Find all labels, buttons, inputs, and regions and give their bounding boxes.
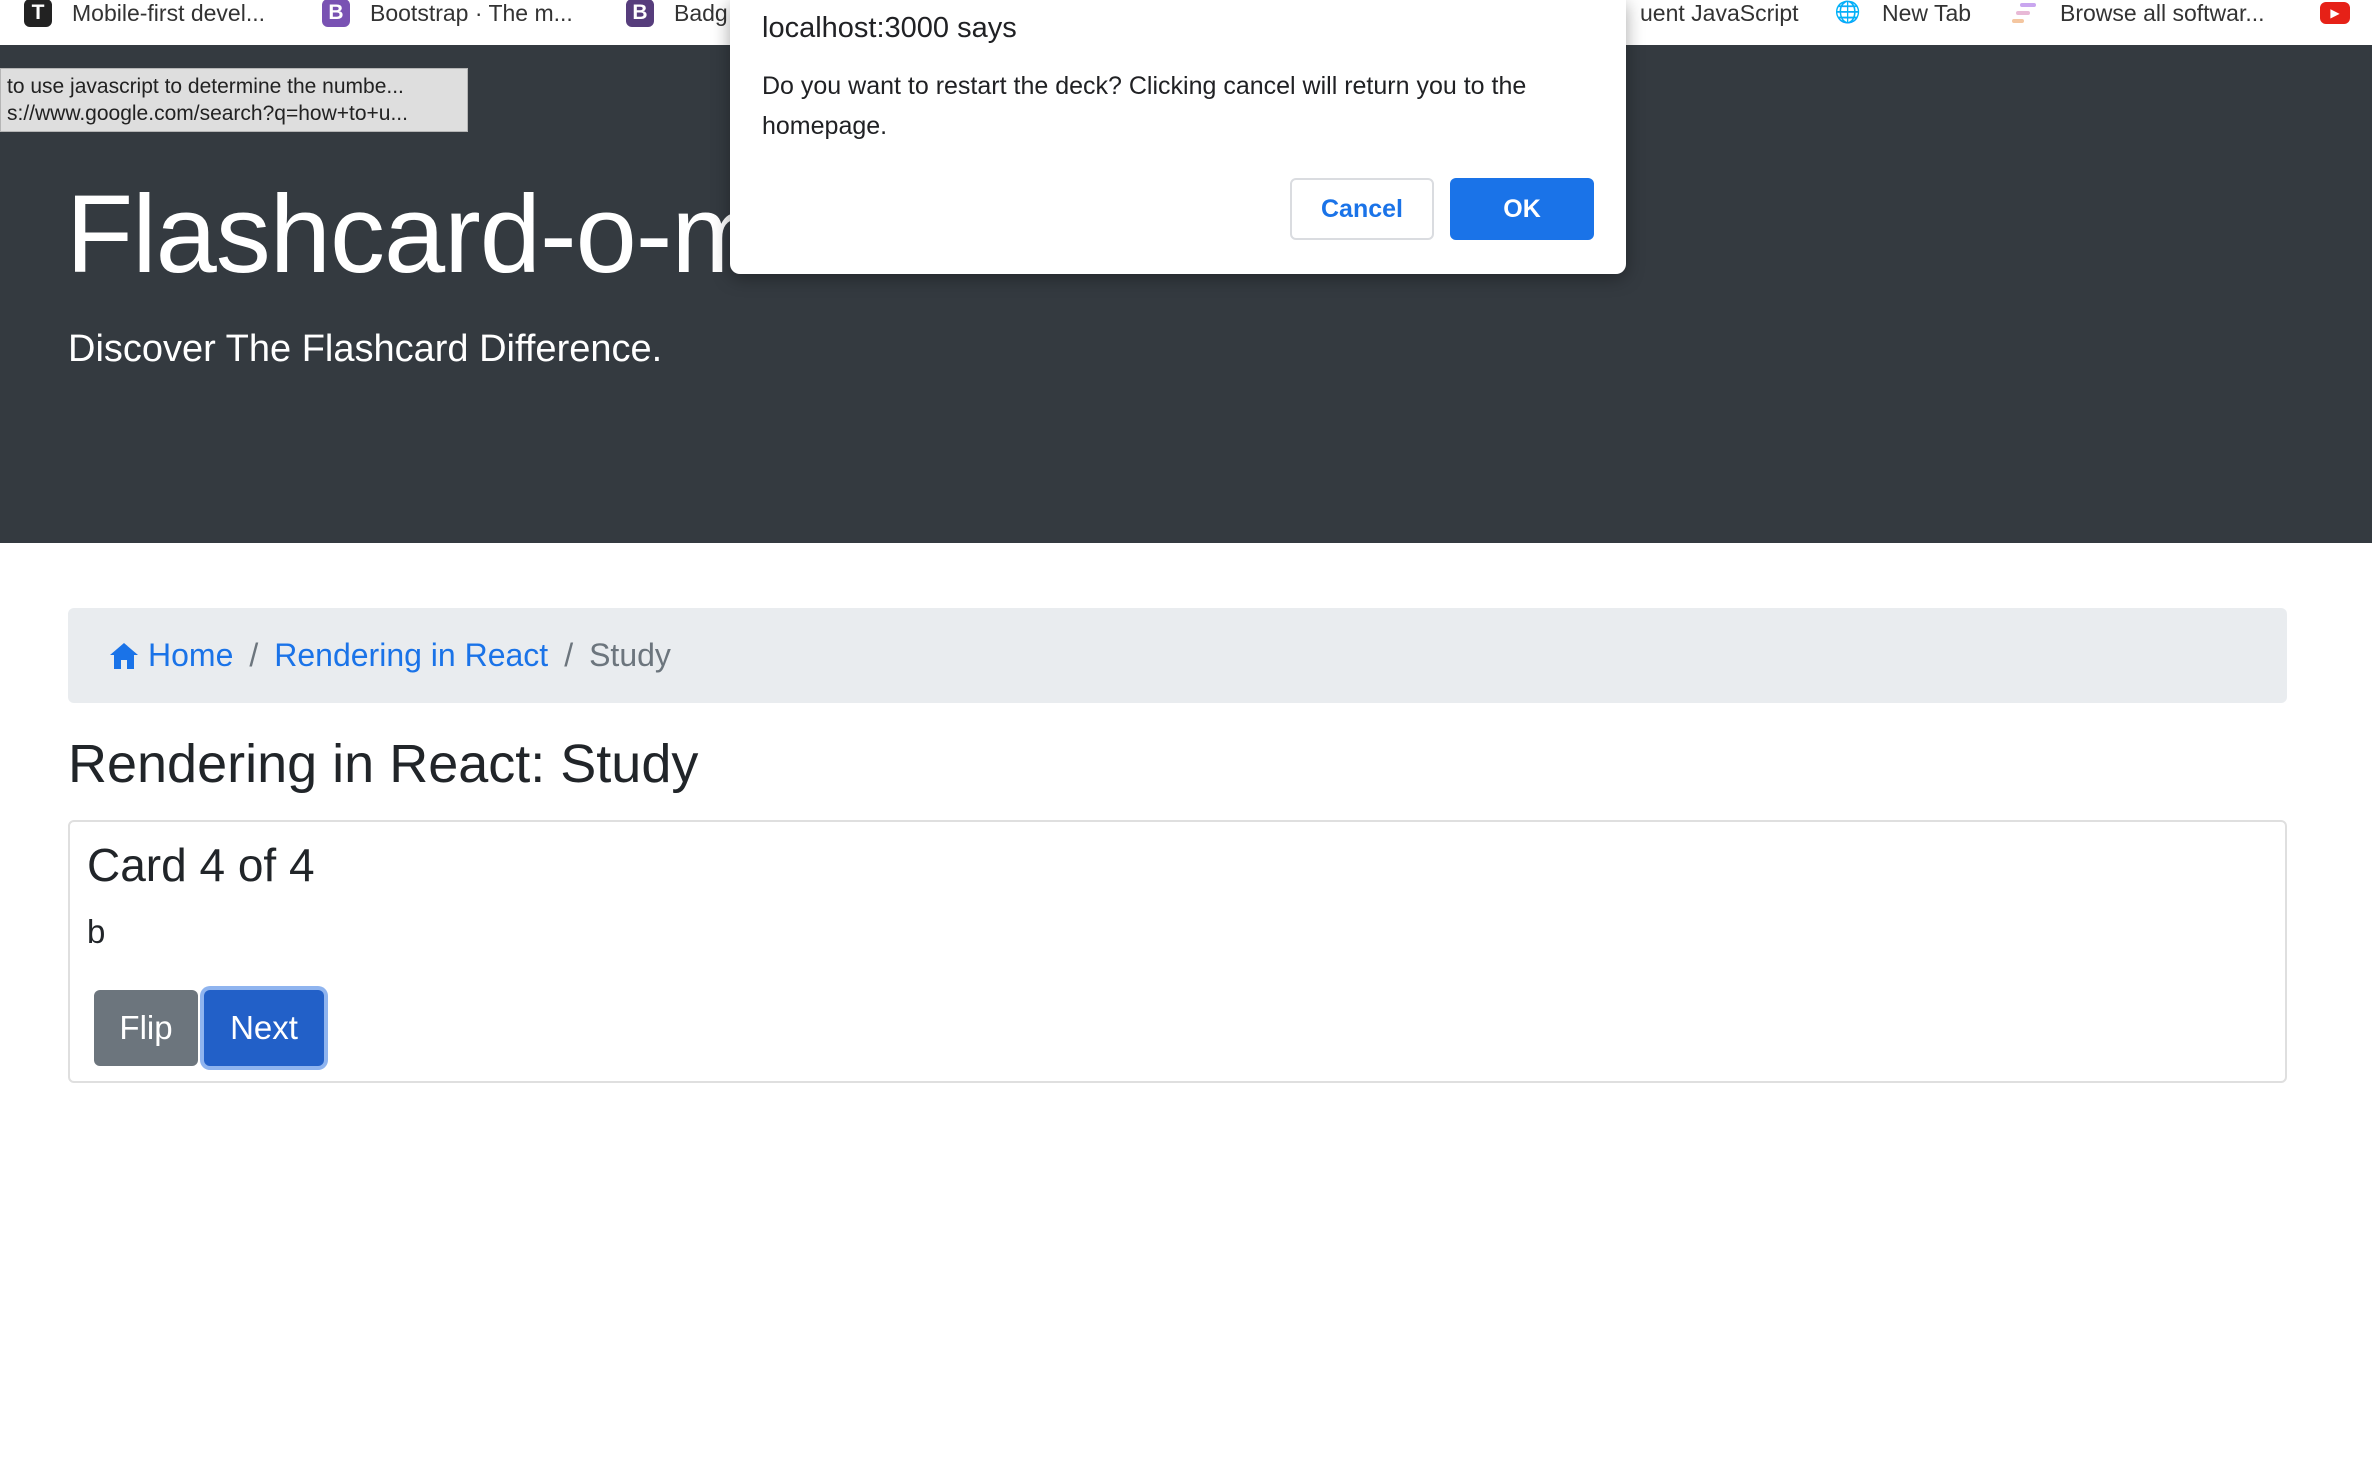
- dialog-title: localhost:3000 says: [762, 12, 1017, 44]
- bookmark-label: uent JavaScript: [1640, 0, 1799, 26]
- breadcrumb-separator: /: [249, 637, 259, 673]
- breadcrumb-home-label: Home: [148, 637, 234, 673]
- flip-button[interactable]: Flip: [94, 990, 198, 1066]
- card-title: Card 4 of 4: [87, 839, 315, 891]
- bootstrap-icon: B: [626, 0, 654, 27]
- bookmark-eloquent-javascript[interactable]: uent JavaScript: [1640, 0, 1799, 26]
- t-icon: T: [24, 0, 52, 27]
- lines-icon: [2012, 0, 2040, 27]
- globe-icon: 🌐: [1834, 1, 1862, 24]
- status-tooltip-title: to use javascript to determine the numbe…: [7, 75, 404, 98]
- link-status-tooltip: to use javascript to determine the numbe…: [0, 68, 468, 132]
- bookmark-new-tab[interactable]: 🌐 New Tab: [1834, 0, 1971, 26]
- dialog-ok-button[interactable]: OK: [1450, 178, 1594, 240]
- page-title: Rendering in React: Study: [68, 734, 699, 794]
- bookmark-mobile-first[interactable]: T Mobile-first devel...: [24, 0, 266, 27]
- breadcrumb-deck-link[interactable]: Rendering in React: [274, 637, 548, 674]
- bookmark-youtube[interactable]: ▶: [2320, 0, 2370, 26]
- bookmark-label: Bootstrap · The m...: [370, 0, 573, 26]
- bookmark-label: Mobile-first devel...: [72, 0, 266, 26]
- bookmark-label: New Tab: [1882, 0, 1972, 26]
- bookmark-bootstrap[interactable]: B Bootstrap · The m...: [322, 0, 573, 27]
- bookmark-label: Badg: [674, 0, 728, 26]
- card-text: b: [87, 913, 106, 950]
- breadcrumb-current: Study: [589, 637, 671, 673]
- bookmark-label: Browse all softwar...: [2060, 0, 2265, 26]
- confirm-dialog: localhost:3000 says Do you want to resta…: [730, 0, 1626, 274]
- dialog-cancel-button[interactable]: Cancel: [1290, 178, 1434, 240]
- next-button[interactable]: Next: [204, 990, 324, 1066]
- youtube-icon: ▶: [2320, 2, 2350, 24]
- status-tooltip-url: s://www.google.com/search?q=how+to+u...: [7, 102, 408, 125]
- app-tagline: Discover The Flashcard Difference.: [68, 328, 663, 370]
- home-icon: [108, 641, 140, 671]
- breadcrumb: Home / Rendering in React / Study: [68, 608, 2287, 703]
- breadcrumb-separator: /: [564, 637, 574, 673]
- breadcrumb-home-link[interactable]: Home: [108, 637, 233, 674]
- bookmark-browse-software[interactable]: Browse all softwar...: [2012, 0, 2265, 26]
- bootstrap-icon: B: [322, 0, 350, 27]
- dialog-message: Do you want to restart the deck? Clickin…: [762, 72, 1527, 140]
- study-card: Card 4 of 4 b Flip Next: [68, 820, 2287, 1083]
- bookmark-badges[interactable]: B Badg: [626, 0, 728, 27]
